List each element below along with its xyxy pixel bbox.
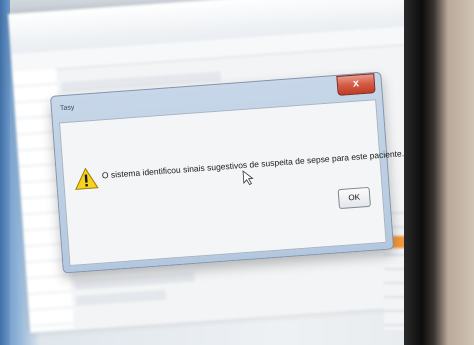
alert-dialog: Tasy x O sistema identificou sinais suge…: [50, 71, 405, 274]
monitor-bezel-left: [0, 0, 10, 345]
ok-button[interactable]: OK: [337, 186, 371, 210]
close-button[interactable]: x: [336, 73, 376, 96]
dialog-message: O sistema identificou sinais sugestivos …: [101, 148, 405, 181]
dialog-title: Tasy: [59, 104, 75, 113]
warning-icon: [75, 167, 99, 190]
monitor-bezel-right: [404, 0, 474, 345]
app-row: [75, 289, 167, 306]
mouse-pointer-icon: [242, 170, 254, 186]
app-row: [74, 271, 196, 290]
screen-photo: Tasy x O sistema identificou sinais suge…: [0, 0, 474, 345]
dialog-body: O sistema identificou sinais sugestivos …: [58, 99, 405, 267]
